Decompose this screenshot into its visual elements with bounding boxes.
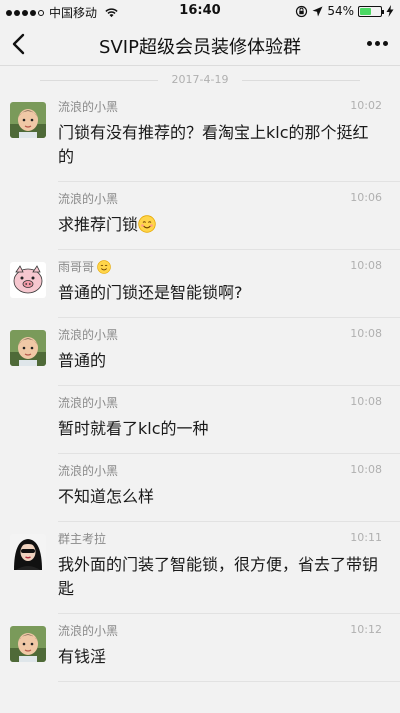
battery-percent: 54% bbox=[327, 4, 354, 18]
woman-avatar[interactable] bbox=[10, 534, 46, 570]
sender-name: 流浪的小黑 bbox=[58, 192, 119, 206]
message-list: 流浪的小黑 10:02 门锁有没有推荐的？看淘宝上klc的那个挺红的 流浪的小黑… bbox=[0, 90, 400, 682]
sender-name: 群主考拉 bbox=[58, 532, 107, 546]
message-item: 流浪的小黑 10:12 有钱淫 bbox=[10, 614, 400, 682]
message-text: 求推荐门锁 bbox=[58, 213, 386, 237]
message-text: 不知道怎么样 bbox=[58, 487, 155, 506]
more-dot bbox=[383, 41, 388, 46]
message-text: 我外面的门装了智能锁，很方便，省去了带钥匙 bbox=[58, 555, 379, 598]
smile-emoji-icon bbox=[138, 215, 156, 233]
divider-line bbox=[242, 80, 360, 81]
message-item: 流浪的小黑 10:08 暂时就看了klc的一种 bbox=[58, 386, 400, 454]
back-chevron-icon[interactable] bbox=[8, 31, 32, 57]
message-time: 10:08 bbox=[350, 259, 382, 272]
message-time: 10:11 bbox=[350, 531, 382, 544]
status-bar: 中国移动 16:40 54% bbox=[0, 0, 400, 22]
boy-avatar[interactable] bbox=[10, 102, 46, 138]
sender-name-row: 雨哥哥 bbox=[58, 258, 386, 276]
rotation-lock-icon bbox=[296, 5, 308, 17]
charging-bolt-icon bbox=[386, 5, 394, 17]
battery-level bbox=[360, 7, 371, 15]
message-time: 10:12 bbox=[350, 623, 382, 636]
message-time: 10:08 bbox=[350, 327, 382, 340]
sender-name: 流浪的小黑 bbox=[58, 100, 119, 114]
more-options-icon[interactable] bbox=[367, 41, 388, 46]
pig-avatar[interactable] bbox=[10, 262, 46, 298]
message-item: 流浪的小黑 10:06 求推荐门锁 bbox=[58, 182, 400, 250]
sender-name: 流浪的小黑 bbox=[58, 464, 119, 478]
sender-name: 流浪的小黑 bbox=[58, 328, 119, 342]
message-text-content: 求推荐门锁 bbox=[58, 215, 139, 234]
message-item: 群主考拉 10:11 我外面的门装了智能锁，很方便，省去了带钥匙 bbox=[10, 522, 400, 614]
message-text: 门锁有没有推荐的？看淘宝上klc的那个挺红的 bbox=[58, 123, 369, 166]
status-right: 54% bbox=[295, 4, 394, 18]
message-item: 流浪的小黑 10:08 不知道怎么样 bbox=[58, 454, 400, 522]
message-time: 10:06 bbox=[350, 191, 382, 204]
chat-title: SVIP超级会员装修体验群 bbox=[99, 37, 301, 58]
smile-emoji-icon bbox=[97, 260, 111, 274]
message-text: 普通的 bbox=[58, 351, 107, 370]
more-dot bbox=[367, 41, 372, 46]
message-time: 10:02 bbox=[350, 99, 382, 112]
message-item: 流浪的小黑 10:08 普通的 bbox=[10, 318, 400, 386]
message-item: 雨哥哥 10:08 普通的门锁还是智能锁啊? bbox=[10, 250, 400, 318]
battery-icon bbox=[358, 5, 384, 17]
boy-avatar[interactable] bbox=[10, 626, 46, 662]
message-item: 流浪的小黑 10:02 门锁有没有推荐的？看淘宝上klc的那个挺红的 bbox=[10, 90, 400, 182]
message-text: 有钱淫 bbox=[58, 647, 107, 666]
sender-name: 流浪的小黑 bbox=[58, 396, 119, 410]
message-time: 10:08 bbox=[350, 395, 382, 408]
nav-bar: SVIP超级会员装修体验群 bbox=[0, 22, 400, 66]
sender-name: 雨哥哥 bbox=[58, 260, 95, 274]
message-text: 暂时就看了klc的一种 bbox=[58, 419, 209, 438]
location-arrow-icon bbox=[312, 6, 323, 16]
message-text: 普通的门锁还是智能锁啊? bbox=[58, 283, 243, 302]
message-time: 10:08 bbox=[350, 463, 382, 476]
boy-avatar[interactable] bbox=[10, 330, 46, 366]
more-dot bbox=[375, 41, 380, 46]
date-divider: 2017-4-19 bbox=[0, 72, 400, 88]
sender-name: 流浪的小黑 bbox=[58, 624, 119, 638]
